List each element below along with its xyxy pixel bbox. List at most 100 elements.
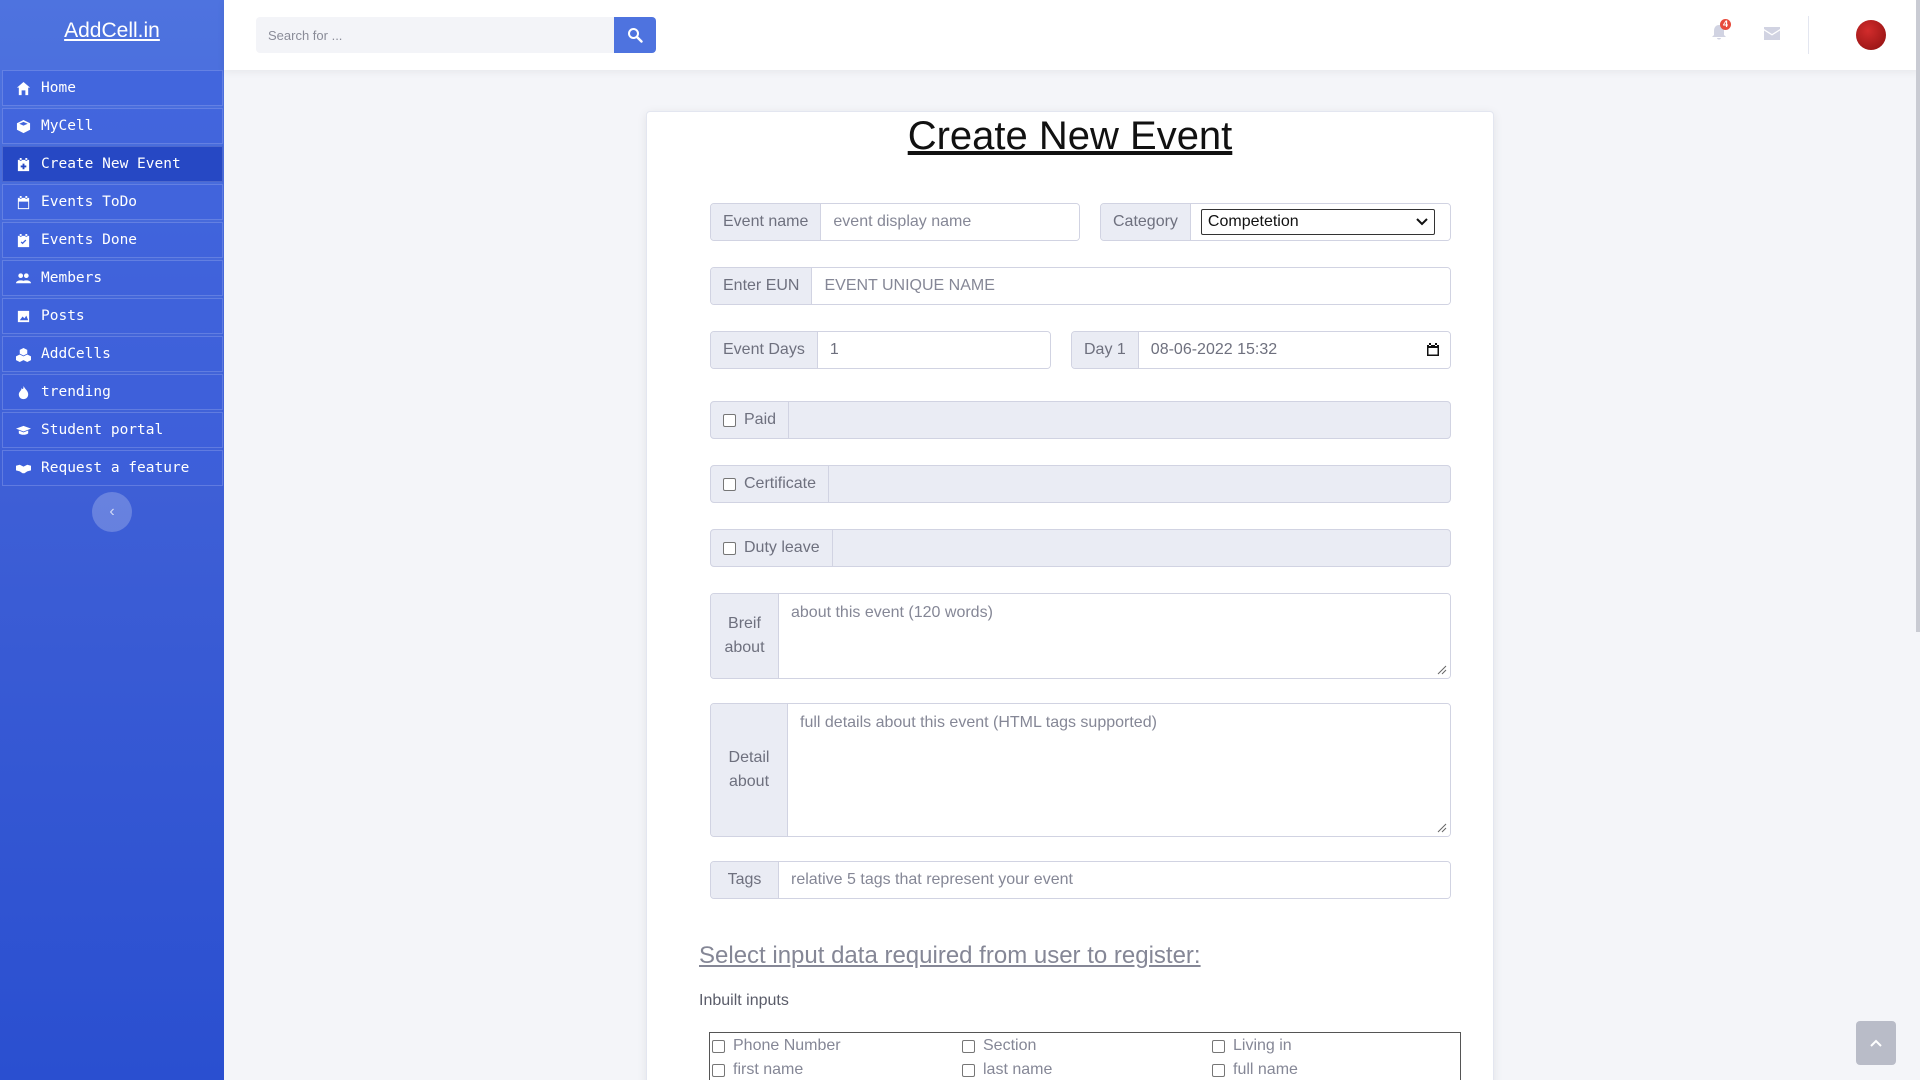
- day1-label: Day 1: [1072, 332, 1139, 368]
- calendar-check-icon: [15, 232, 31, 248]
- sidebar-item-label: AddCells: [41, 346, 111, 362]
- eun-label: Enter EUN: [711, 268, 813, 304]
- register-section-title: Select input data required from user to …: [699, 942, 1201, 969]
- option-section[interactable]: Section: [962, 1037, 1036, 1055]
- option-label: full name: [1233, 1061, 1298, 1078]
- sidebar-item-label: MyCell: [41, 118, 94, 134]
- envelope-icon: [1764, 27, 1780, 40]
- full-name-checkbox[interactable]: [1212, 1063, 1225, 1077]
- sidebar-item-events-todo[interactable]: Events ToDo: [2, 184, 223, 220]
- users-icon: [15, 270, 31, 286]
- chevron-up-icon: [1870, 1039, 1882, 1047]
- sidebar-item-student-portal[interactable]: Student portal: [2, 412, 223, 448]
- brand-logo[interactable]: AddCell.in: [0, 0, 224, 62]
- event-days-input[interactable]: [817, 332, 1050, 368]
- option-label: Section: [983, 1037, 1037, 1054]
- calendar-plus-icon: [15, 156, 31, 172]
- paid-label-text: Paid: [744, 411, 777, 428]
- sidebar-item-label: Create New Event: [41, 156, 181, 172]
- event-days-label: Event Days: [711, 332, 818, 368]
- event-name-input[interactable]: [821, 204, 1079, 240]
- brief-group: Breif about about this event (120 words): [710, 593, 1451, 679]
- certificate-label-text: Certificate: [744, 475, 817, 492]
- duty-leave-group: Duty leave: [710, 529, 1451, 567]
- notification-count-badge: 4: [1720, 19, 1732, 30]
- resize-grip-icon[interactable]: [1437, 665, 1447, 675]
- detail-textarea[interactable]: full details about this event (HTML tags…: [788, 704, 1450, 836]
- option-full-name[interactable]: full name: [1212, 1061, 1298, 1079]
- brief-placeholder: about this event (120 words): [791, 604, 993, 621]
- sidebar-item-label: Posts: [41, 308, 85, 324]
- sidebar-item-create-new-event[interactable]: Create New Event: [2, 146, 223, 182]
- search-input[interactable]: [256, 17, 614, 53]
- option-label: Phone Number: [733, 1037, 841, 1054]
- image-icon: [15, 308, 31, 324]
- eun-group: Enter EUN: [710, 267, 1451, 305]
- detail-placeholder: full details about this event (HTML tags…: [800, 714, 1157, 731]
- option-label: first name: [733, 1061, 804, 1078]
- sidebar-item-request-feature[interactable]: Request a feature: [2, 450, 223, 486]
- sidebar-item-home[interactable]: Home: [2, 70, 223, 106]
- tags-label: Tags: [711, 862, 779, 898]
- duty-leave-checkbox-label[interactable]: Duty leave: [711, 530, 833, 566]
- event-name-category-row: Event name Category Competetion: [710, 203, 1451, 241]
- eun-input[interactable]: [812, 268, 1450, 304]
- tags-input[interactable]: [779, 862, 1450, 898]
- sidebar-item-trending[interactable]: trending: [2, 374, 223, 410]
- page-title: Create New Event: [907, 114, 1233, 158]
- cube-icon: [15, 118, 31, 134]
- sidebar-item-members[interactable]: Members: [2, 260, 223, 296]
- brief-textarea[interactable]: about this event (120 words): [779, 594, 1450, 678]
- option-last-name[interactable]: last name: [962, 1061, 1052, 1079]
- category-select-wrapper: Competetion: [1190, 204, 1450, 240]
- sidebar-item-addcells[interactable]: AddCells: [2, 336, 223, 372]
- sidebar-item-label: Events ToDo: [41, 194, 138, 210]
- page-scrollbar[interactable]: [1916, 0, 1920, 632]
- certificate-row: Certificate: [710, 465, 1451, 503]
- sidebar-item-label: trending: [41, 384, 111, 400]
- graduation-cap-icon: [15, 422, 31, 438]
- option-phone-number[interactable]: Phone Number: [712, 1037, 841, 1055]
- duty-leave-label-text: Duty leave: [744, 539, 820, 556]
- search-bar: [256, 17, 656, 53]
- calendar-picker-icon[interactable]: [1426, 343, 1440, 357]
- last-name-checkbox[interactable]: [962, 1063, 975, 1077]
- sidebar-toggle-button[interactable]: ‹: [92, 492, 132, 532]
- notifications-button[interactable]: 4: [1711, 19, 1732, 44]
- event-days-row: Event Days Day 1: [710, 331, 1451, 369]
- topbar: 4: [224, 0, 1920, 70]
- certificate-checkbox-label[interactable]: Certificate: [711, 466, 830, 502]
- category-selected-value: Competetion: [1207, 213, 1299, 230]
- certificate-checkbox[interactable]: [723, 477, 736, 491]
- eun-row: Enter EUN: [710, 267, 1451, 305]
- scroll-to-top-button[interactable]: [1856, 1021, 1896, 1065]
- paid-row: Paid: [710, 401, 1451, 439]
- brand-name[interactable]: AddCell.in: [64, 19, 160, 43]
- fire-icon: [15, 384, 31, 400]
- paid-checkbox[interactable]: [723, 413, 736, 427]
- day1-group: Day 1: [1071, 331, 1451, 369]
- detail-label-line2: about: [728, 773, 770, 790]
- living-in-checkbox[interactable]: [1212, 1039, 1225, 1053]
- search-button[interactable]: [614, 17, 656, 53]
- option-living-in[interactable]: Living in: [1212, 1037, 1292, 1055]
- day1-datetime-input[interactable]: [1138, 332, 1450, 368]
- resize-grip-icon[interactable]: [1437, 823, 1447, 833]
- sidebar-item-label: Events Done: [41, 232, 138, 248]
- inbuilt-inputs-label: Inbuilt inputs: [699, 992, 789, 1009]
- duty-leave-checkbox[interactable]: [723, 541, 736, 555]
- user-avatar[interactable]: [1856, 20, 1886, 50]
- paid-group: Paid: [710, 401, 1451, 439]
- sidebar-item-label: Home: [41, 80, 76, 96]
- paid-checkbox-label[interactable]: Paid: [711, 402, 790, 438]
- category-select[interactable]: Competetion: [1200, 209, 1435, 235]
- sidebar-item-events-done[interactable]: Events Done: [2, 222, 223, 258]
- first-name-checkbox[interactable]: [712, 1063, 725, 1077]
- messages-button[interactable]: [1764, 27, 1780, 45]
- brief-row: Breif about about this event (120 words): [710, 593, 1451, 679]
- sidebar-item-mycell[interactable]: MyCell: [2, 108, 223, 144]
- phone-number-checkbox[interactable]: [712, 1039, 725, 1053]
- section-checkbox[interactable]: [962, 1039, 975, 1053]
- option-first-name[interactable]: first name: [712, 1061, 803, 1079]
- sidebar-item-posts[interactable]: Posts: [2, 298, 223, 334]
